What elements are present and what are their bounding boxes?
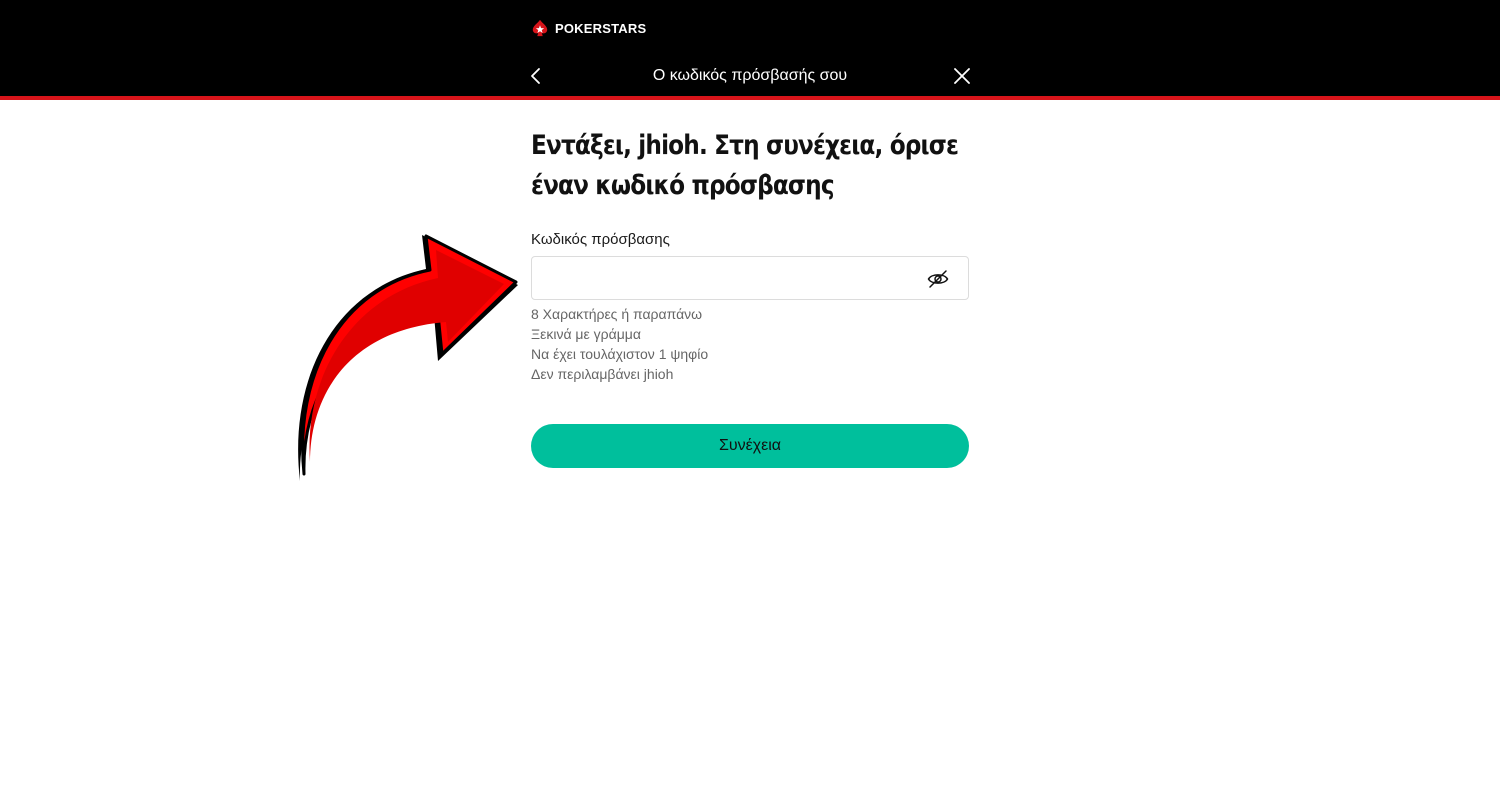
back-button[interactable] bbox=[525, 64, 547, 88]
password-label: Κωδικός πρόσβασης bbox=[531, 231, 670, 248]
headline: Εντάξει, jhioh. Στη συνέχεια, όρισε έναν… bbox=[531, 130, 959, 201]
toggle-visibility-button[interactable] bbox=[926, 268, 950, 290]
pokerstars-logo[interactable]: POKERSTARS bbox=[531, 18, 646, 38]
rule-item: Να έχει τουλάχιστον 1 ψηφίο bbox=[531, 346, 709, 362]
close-button[interactable] bbox=[950, 64, 974, 88]
chevron-left-icon bbox=[531, 68, 540, 84]
password-rules: 8 Χαρακτήρες ή παραπάνω Ξεκινά με γράμμα… bbox=[531, 304, 708, 384]
rule-item: Δεν περιλαμβάνει jhioh bbox=[531, 366, 674, 382]
password-field-container bbox=[531, 256, 969, 300]
continue-button[interactable]: Συνέχεια bbox=[531, 424, 969, 468]
close-icon bbox=[954, 68, 970, 84]
rule-item: Ξεκινά με γράμμα bbox=[531, 326, 641, 342]
password-input[interactable] bbox=[532, 257, 912, 299]
eye-off-icon bbox=[927, 270, 949, 288]
top-bar: POKERSTARS Ο κωδικός πρόσβασής σου bbox=[0, 0, 1500, 96]
curved-arrow-icon bbox=[298, 234, 518, 481]
rule-item: 8 Χαρακτήρες ή παραπάνω bbox=[531, 306, 703, 322]
page-title: Ο κωδικός πρόσβασής σου bbox=[652, 67, 848, 84]
pokerstars-logo-icon bbox=[532, 19, 548, 37]
password-form: Εντάξει, jhioh. Στη συνέχεια, όρισε έναν… bbox=[531, 100, 969, 468]
logo-text: POKERSTARS bbox=[555, 20, 647, 36]
